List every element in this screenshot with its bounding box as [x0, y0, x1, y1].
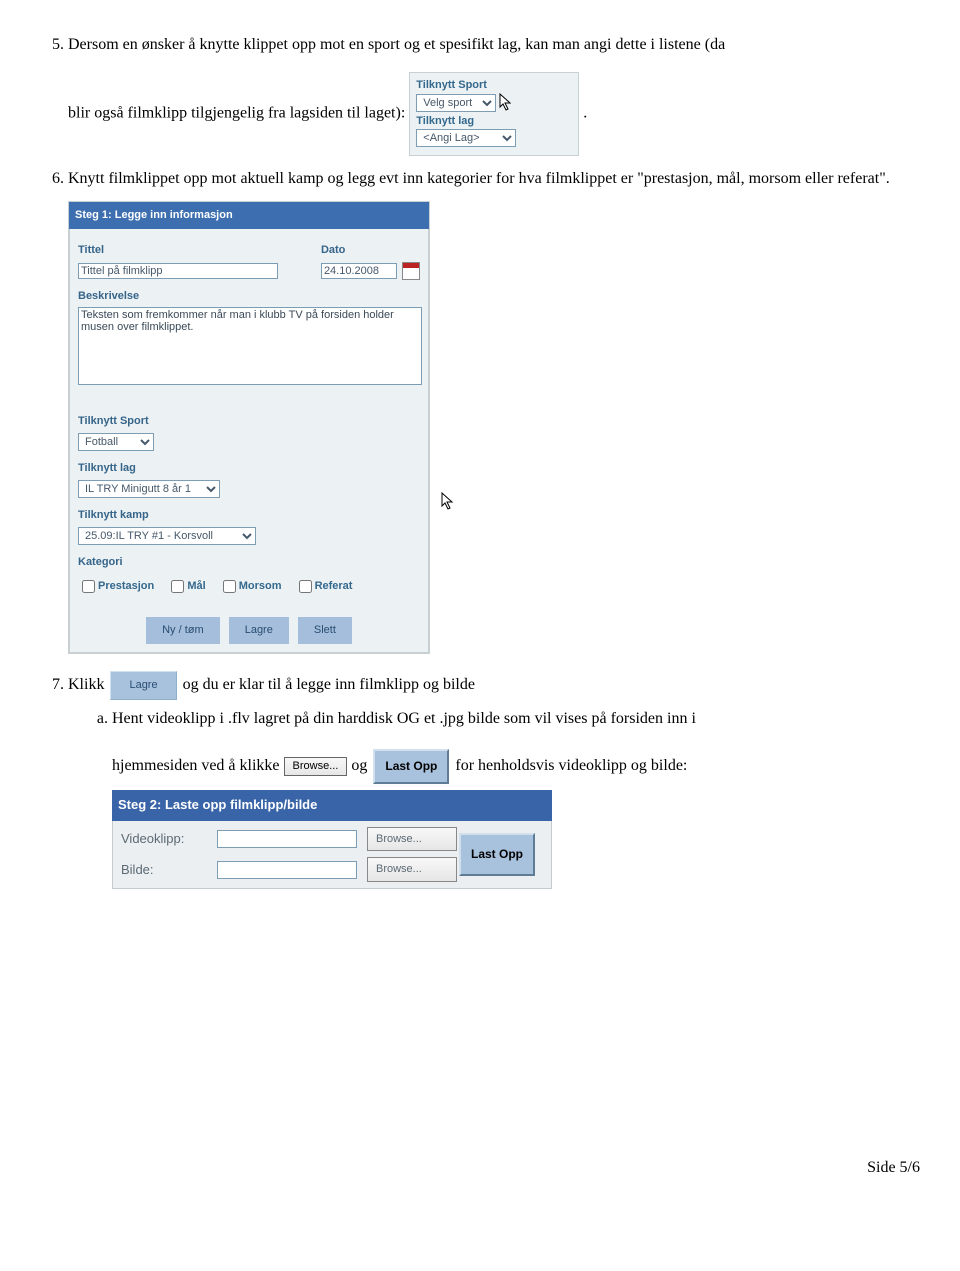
text: Knytt filmklippet opp mot aktuell kamp o… — [68, 170, 890, 187]
calendar-icon[interactable] — [402, 262, 420, 280]
browse-button-inline[interactable]: Browse... — [284, 757, 348, 776]
label-kategori: Kategori — [78, 552, 420, 573]
checkbox-referat-label[interactable]: Referat — [295, 580, 353, 592]
textarea-beskrivelse[interactable]: Teksten som fremkommer når man i klubb T… — [78, 307, 422, 385]
text: for henholdsvis videoklipp og bilde: — [455, 757, 687, 774]
label-bilde: Bilde: — [121, 858, 217, 883]
lastopp-button[interactable]: Last Opp — [459, 833, 535, 876]
input-dato[interactable] — [321, 263, 397, 279]
lagre-button-inline[interactable]: Lagre — [110, 671, 176, 700]
step2-panel: Steg 2: Laste opp filmklipp/bilde Videok… — [112, 790, 552, 889]
checkbox-prestasjon[interactable] — [82, 580, 95, 593]
list-item-7: Klikk Lagre og du er klar til å legge in… — [68, 670, 920, 889]
cursor-icon — [441, 492, 457, 512]
input-videoklipp[interactable] — [217, 830, 357, 848]
button-slett[interactable]: Slett — [298, 617, 352, 644]
input-bilde[interactable] — [217, 861, 357, 879]
page-footer: Side 5/6 — [40, 1159, 920, 1177]
list-item-5: Dersom en ønsker å knytte klippet opp mo… — [68, 30, 920, 156]
select-lag[interactable]: IL TRY Minigutt 8 år 1 — [78, 480, 220, 498]
label-dato: Dato — [321, 240, 420, 261]
input-tittel[interactable] — [78, 263, 278, 279]
label-sport: Tilknytt Sport — [78, 411, 420, 432]
text: og — [351, 757, 371, 774]
label-kamp: Tilknytt kamp — [78, 505, 420, 526]
button-ny-tom[interactable]: Ny / tøm — [146, 617, 220, 644]
label-lag: Tilknytt lag — [78, 458, 420, 479]
select-sport[interactable]: Fotball — [78, 433, 154, 451]
label-videoklipp: Videoklipp: — [121, 827, 217, 852]
list-item-7a: Hent videoklipp i .flv lagret på din har… — [112, 705, 920, 784]
lastopp-button-inline[interactable]: Last Opp — [373, 749, 449, 783]
label-tilknytt-sport: Tilknytt Sport — [416, 80, 572, 91]
label-tittel: Tittel — [78, 240, 301, 261]
checkbox-maal[interactable] — [171, 580, 184, 593]
cursor-icon — [499, 93, 515, 113]
step2-titlebar: Steg 2: Laste opp filmklipp/bilde — [112, 790, 552, 821]
text: blir også filmklipp tilgjengelig fra lag… — [68, 105, 409, 122]
text: Dersom en ønsker å knytte klippet opp mo… — [68, 36, 725, 53]
text: hjemmesiden ved å klikke — [112, 757, 284, 774]
label-tilknytt-lag: Tilknytt lag — [416, 116, 572, 127]
step1-form: Steg 1: Legge inn informasjon Tittel Dat… — [68, 201, 430, 654]
text: og du er klar til å legge inn filmklipp … — [183, 676, 475, 693]
checkbox-maal-label[interactable]: Mål — [167, 580, 205, 592]
text: . — [583, 105, 587, 122]
select-sport-inline[interactable]: Velg sport — [416, 94, 496, 112]
label-beskrivelse: Beskrivelse — [78, 286, 420, 307]
checkbox-morsom[interactable] — [223, 580, 236, 593]
list-item-6: Knytt filmklippet opp mot aktuell kamp o… — [68, 164, 920, 662]
select-kamp[interactable]: 25.09:IL TRY #1 - Korsvoll — [78, 527, 256, 545]
browse-button-video[interactable]: Browse... — [367, 827, 457, 852]
checkbox-morsom-label[interactable]: Morsom — [219, 580, 282, 592]
text: Hent videoklipp i .flv lagret på din har… — [112, 710, 696, 727]
checkbox-referat[interactable] — [299, 580, 312, 593]
select-lag-inline[interactable]: <Angi Lag> — [416, 129, 516, 147]
checkbox-prestasjon-label[interactable]: Prestasjon — [78, 580, 154, 592]
button-lagre[interactable]: Lagre — [229, 617, 289, 644]
tilknytt-panel-inline: Tilknytt Sport Velg sport Tilknytt lag <… — [409, 72, 579, 156]
step1-titlebar: Steg 1: Legge inn informasjon — [69, 202, 429, 229]
text: Klikk — [68, 676, 108, 693]
browse-button-bilde[interactable]: Browse... — [367, 857, 457, 882]
